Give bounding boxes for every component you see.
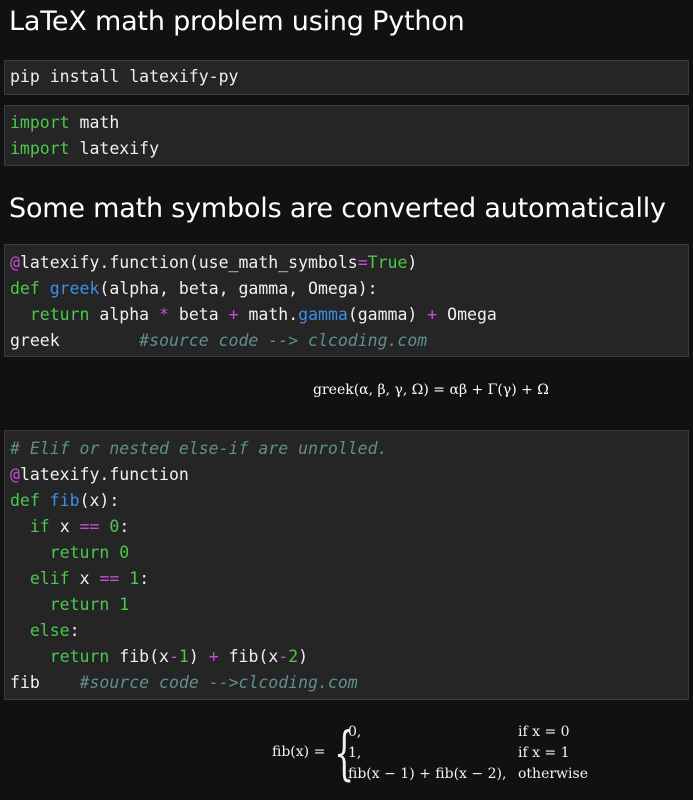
number-literal: 2: [288, 647, 299, 666]
def-keyword: def: [10, 491, 40, 510]
code-token: ): [298, 647, 309, 666]
code-line: def fib(x):: [5, 488, 688, 514]
return-keyword: return: [49, 543, 110, 562]
function-name: fib: [49, 491, 80, 510]
pip-install-code-block: pip install latexify-py: [4, 60, 689, 95]
else-keyword: else: [29, 621, 70, 640]
multiply-operator: *: [159, 305, 169, 324]
colon: :: [139, 569, 150, 588]
code-line: if x == 0:: [5, 514, 688, 540]
function-params: (x):: [79, 491, 120, 510]
import-keyword: import: [10, 113, 70, 132]
case-value: 1,: [348, 745, 362, 761]
code-line: return 1: [5, 592, 688, 618]
code-token: math.: [248, 305, 299, 324]
greek-code-block: @latexify.function(use_math_symbols=True…: [4, 244, 689, 357]
code-line: return fib(x-1) + fib(x-2): [5, 644, 688, 670]
fib-latex-output: fib(x) = { 0, if x = 0 1, if x = 1 fib(x…: [272, 722, 602, 788]
import-line-math: import math: [5, 110, 688, 136]
number-literal: 1: [129, 569, 140, 588]
module-name: latexify: [79, 139, 160, 158]
section-heading: Some math symbols are converted automati…: [9, 193, 666, 224]
def-keyword: def: [10, 279, 40, 298]
number-literal: 0: [119, 543, 130, 562]
import-line-latexify: import latexify: [5, 136, 688, 162]
equality-operator: ==: [79, 517, 100, 536]
code-line: else:: [5, 618, 688, 644]
gamma-function: gamma: [298, 305, 348, 324]
code-line: # Elif or nested else-if are unrolled.: [5, 436, 688, 462]
return-keyword: return: [49, 647, 110, 666]
code-token: x: [59, 517, 70, 536]
code-line: def greek(alpha, beta, gamma, Omega):: [5, 276, 688, 302]
code-token: ): [188, 647, 199, 666]
import-code-block: import math import latexify: [4, 105, 689, 166]
code-token: fib(x: [228, 647, 279, 666]
minus-operator: -: [168, 647, 179, 666]
code-line: return alpha * beta + math.gamma(gamma) …: [5, 302, 688, 328]
case-condition: otherwise: [518, 766, 588, 782]
elif-keyword: elif: [29, 569, 70, 588]
page-title: LaTeX math problem using Python: [9, 6, 465, 37]
plus-operator: +: [208, 647, 219, 666]
return-keyword: return: [29, 305, 90, 324]
pip-command: pip install latexify-py: [10, 67, 239, 86]
plus-operator: +: [228, 305, 239, 324]
code-token: beta: [178, 305, 219, 324]
colon: :: [69, 621, 80, 640]
decorator-text: latexify.function(use_math_symbols: [19, 253, 358, 272]
code-line: @latexify.function: [5, 462, 688, 488]
code-line: fib #source code -->clcoding.com: [5, 670, 688, 696]
greek-latex-output: greek(α, β, γ, Ω) = αβ + Γ(γ) + Ω: [313, 382, 549, 398]
code-line: @latexify.function(use_math_symbols=True…: [5, 250, 688, 276]
code-comment: # Elif or nested else-if are unrolled.: [10, 439, 388, 458]
decorator-text: latexify.function: [19, 465, 189, 484]
decorator-at: @: [10, 465, 20, 484]
module-name: math: [79, 113, 120, 132]
import-keyword: import: [10, 139, 70, 158]
minus-operator: -: [278, 647, 289, 666]
return-keyword: return: [49, 595, 110, 614]
number-literal: 1: [178, 647, 189, 666]
code-token: alpha: [99, 305, 150, 324]
number-literal: 1: [119, 595, 130, 614]
decorator-at: @: [10, 253, 20, 272]
case-condition: if x = 1: [518, 745, 570, 761]
source-comment: #source code --> clcoding.com: [139, 331, 428, 350]
code-token: Omega: [447, 305, 497, 324]
function-call: greek: [10, 331, 60, 350]
close-paren: ): [407, 253, 418, 272]
code-line: greek #source code --> clcoding.com: [5, 328, 688, 354]
fib-code-block: # Elif or nested else-if are unrolled. @…: [4, 430, 689, 700]
true-keyword: True: [367, 253, 408, 272]
case-value: fib(x − 1) + fib(x − 2),: [348, 766, 507, 782]
code-token: fib(x: [119, 647, 169, 666]
colon: :: [119, 517, 130, 536]
function-params: (alpha, beta, gamma, Omega):: [99, 279, 378, 298]
if-keyword: if: [29, 517, 50, 536]
function-name: greek: [49, 279, 100, 298]
case-condition: if x = 0: [518, 724, 570, 740]
equality-operator: ==: [99, 569, 120, 588]
number-literal: 0: [109, 517, 120, 536]
code-line: return 0: [5, 540, 688, 566]
equals-operator: =: [357, 253, 368, 272]
case-value: 0,: [348, 724, 362, 740]
code-token: (gamma): [347, 305, 418, 324]
plus-operator: +: [427, 305, 438, 324]
fib-lhs: fib(x) =: [272, 744, 326, 760]
code-token: x: [79, 569, 90, 588]
function-call: fib: [10, 673, 40, 692]
source-comment: #source code -->clcoding.com: [79, 673, 358, 692]
code-line: elif x == 1:: [5, 566, 688, 592]
